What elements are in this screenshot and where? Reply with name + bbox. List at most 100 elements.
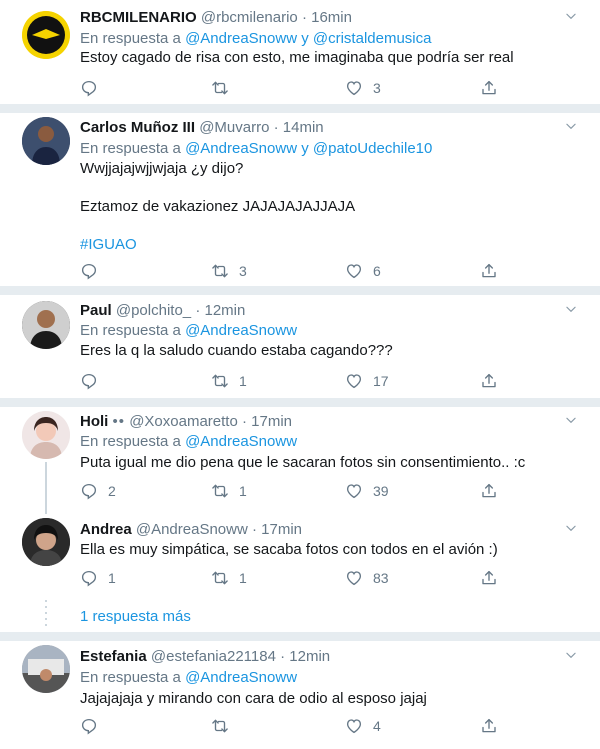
author-name[interactable]: Andrea xyxy=(80,521,132,538)
chevron-down-icon[interactable] xyxy=(564,521,578,535)
retweet-icon xyxy=(211,262,229,280)
tweet-text: Jajajajaja y mirando con cara de odio al… xyxy=(80,690,427,707)
separator xyxy=(0,286,600,295)
reply-icon xyxy=(80,569,98,587)
mention-link[interactable]: @AndreaSnoww xyxy=(185,140,297,157)
like-button[interactable]: 83 xyxy=(345,568,389,588)
retweet-button[interactable] xyxy=(211,716,239,736)
author-name[interactable]: Estefania xyxy=(80,648,147,665)
tweet-actions: 4 xyxy=(80,716,520,736)
reply-button[interactable]: 2 xyxy=(80,481,116,501)
share-button[interactable] xyxy=(480,371,498,391)
retweet-count: 1 xyxy=(239,373,247,389)
timestamp[interactable]: 17min xyxy=(261,521,302,538)
reply-prefix: En respuesta a xyxy=(80,30,181,47)
reply-button[interactable] xyxy=(80,716,108,736)
retweet-button[interactable] xyxy=(211,78,239,98)
chevron-down-icon[interactable] xyxy=(564,302,578,316)
reply-context: En respuesta a @AndreaSnoww xyxy=(80,668,297,687)
chevron-down-icon[interactable] xyxy=(564,9,578,23)
show-more-replies-link[interactable]: 1 respuesta más xyxy=(80,608,191,625)
timestamp[interactable]: 12min xyxy=(289,648,330,665)
tweet-actions: 1 17 xyxy=(80,371,520,391)
reply-icon xyxy=(80,482,98,500)
reply-button[interactable] xyxy=(80,371,108,391)
share-icon xyxy=(480,482,498,500)
like-icon xyxy=(345,372,363,390)
tweet-actions: 3 xyxy=(80,78,520,98)
like-icon xyxy=(345,262,363,280)
share-icon xyxy=(480,262,498,280)
author-name[interactable]: Carlos Muñoz III xyxy=(80,119,195,136)
tweet[interactable]: Carlos Muñoz III @Muvarro · 14min En res… xyxy=(0,113,600,291)
retweet-button[interactable]: 3 xyxy=(211,261,247,281)
tweet-actions: 3 6 xyxy=(80,261,520,281)
tweet[interactable]: Holi •• @Xoxoamaretto · 17min En respues… xyxy=(0,407,600,513)
like-button[interactable]: 6 xyxy=(345,261,381,281)
tweet-header: Holi •• @Xoxoamaretto · 17min xyxy=(80,412,292,431)
chevron-down-icon[interactable] xyxy=(564,648,578,662)
like-button[interactable]: 39 xyxy=(345,481,389,501)
like-count: 39 xyxy=(373,483,389,499)
tweet-text: Wwjjajajwjjwjaja ¿y dijo? xyxy=(80,160,244,177)
retweet-button[interactable]: 1 xyxy=(211,371,247,391)
author-handle[interactable]: @polchito_ xyxy=(116,302,191,319)
share-button[interactable] xyxy=(480,481,498,501)
dot-separator: · xyxy=(242,413,247,430)
timestamp[interactable]: 16min xyxy=(311,9,352,26)
avatar[interactable] xyxy=(22,117,70,165)
avatar[interactable] xyxy=(22,518,70,566)
author-handle[interactable]: @estefania221184 xyxy=(151,648,276,665)
tweet-header: Estefania @estefania221184 · 12min xyxy=(80,647,330,666)
author-handle[interactable]: @Muvarro xyxy=(199,119,269,136)
reply-count: 2 xyxy=(108,483,116,499)
reply-icon xyxy=(80,372,98,390)
chevron-down-icon[interactable] xyxy=(564,119,578,133)
author-handle[interactable]: @rbcmilenario xyxy=(201,9,298,26)
avatar[interactable] xyxy=(22,301,70,349)
mention-link[interactable]: @AndreaSnoww xyxy=(185,669,297,686)
share-button[interactable] xyxy=(480,78,498,98)
retweet-button[interactable]: 1 xyxy=(211,481,247,501)
hashtag-link[interactable]: #IGUAO xyxy=(80,235,137,255)
retweet-button[interactable]: 1 xyxy=(211,568,247,588)
like-count: 3 xyxy=(373,80,381,96)
author-handle[interactable]: @AndreaSnoww xyxy=(136,521,248,538)
share-button[interactable] xyxy=(480,568,498,588)
tweet[interactable]: Andrea @AndreaSnoww · 17min Ella es muy … xyxy=(0,514,600,596)
author-name[interactable]: Paul xyxy=(80,302,112,319)
mention-link[interactable]: @cristaldemusica xyxy=(313,30,432,47)
tweet-text: Puta igual me dio pena que le sacaran fo… xyxy=(80,454,526,471)
chevron-down-icon[interactable] xyxy=(564,413,578,427)
thread-dots xyxy=(44,600,48,630)
mention-link[interactable]: @AndreaSnoww xyxy=(185,433,297,450)
reply-button[interactable] xyxy=(80,78,108,98)
mention-link[interactable]: @AndreaSnoww xyxy=(185,30,297,47)
like-button[interactable]: 17 xyxy=(345,371,389,391)
reply-context: En respuesta a @AndreaSnoww xyxy=(80,321,297,340)
author-name[interactable]: RBCMILENARIO xyxy=(80,9,197,26)
author-handle[interactable]: @Xoxoamaretto xyxy=(129,413,238,430)
like-button[interactable]: 3 xyxy=(345,78,381,98)
timestamp[interactable]: 17min xyxy=(251,413,292,430)
mention-link[interactable]: @AndreaSnoww xyxy=(185,322,297,339)
reply-button[interactable]: 1 xyxy=(80,568,116,588)
mention-link[interactable]: @patoUdechile10 xyxy=(313,140,432,157)
avatar[interactable] xyxy=(22,645,70,693)
tweet[interactable]: RBCMILENARIO @rbcmilenario · 16min En re… xyxy=(0,0,600,108)
timestamp[interactable]: 14min xyxy=(283,119,324,136)
share-icon xyxy=(480,79,498,97)
tweet[interactable]: Paul @polchito_ · 12min En respuesta a @… xyxy=(0,295,600,395)
tweet-header: Paul @polchito_ · 12min xyxy=(80,301,245,320)
avatar[interactable] xyxy=(22,11,70,59)
tweet-text: Estoy cagado de risa con esto, me imagin… xyxy=(80,49,514,66)
share-button[interactable] xyxy=(480,261,498,281)
author-name[interactable]: Holi xyxy=(80,413,108,430)
avatar[interactable] xyxy=(22,411,70,459)
tweet[interactable]: Estefania @estefania221184 · 12min En re… xyxy=(0,641,600,749)
reply-button[interactable] xyxy=(80,261,108,281)
share-button[interactable] xyxy=(480,716,498,736)
separator xyxy=(0,104,600,113)
timestamp[interactable]: 12min xyxy=(204,302,245,319)
like-button[interactable]: 4 xyxy=(345,716,381,736)
